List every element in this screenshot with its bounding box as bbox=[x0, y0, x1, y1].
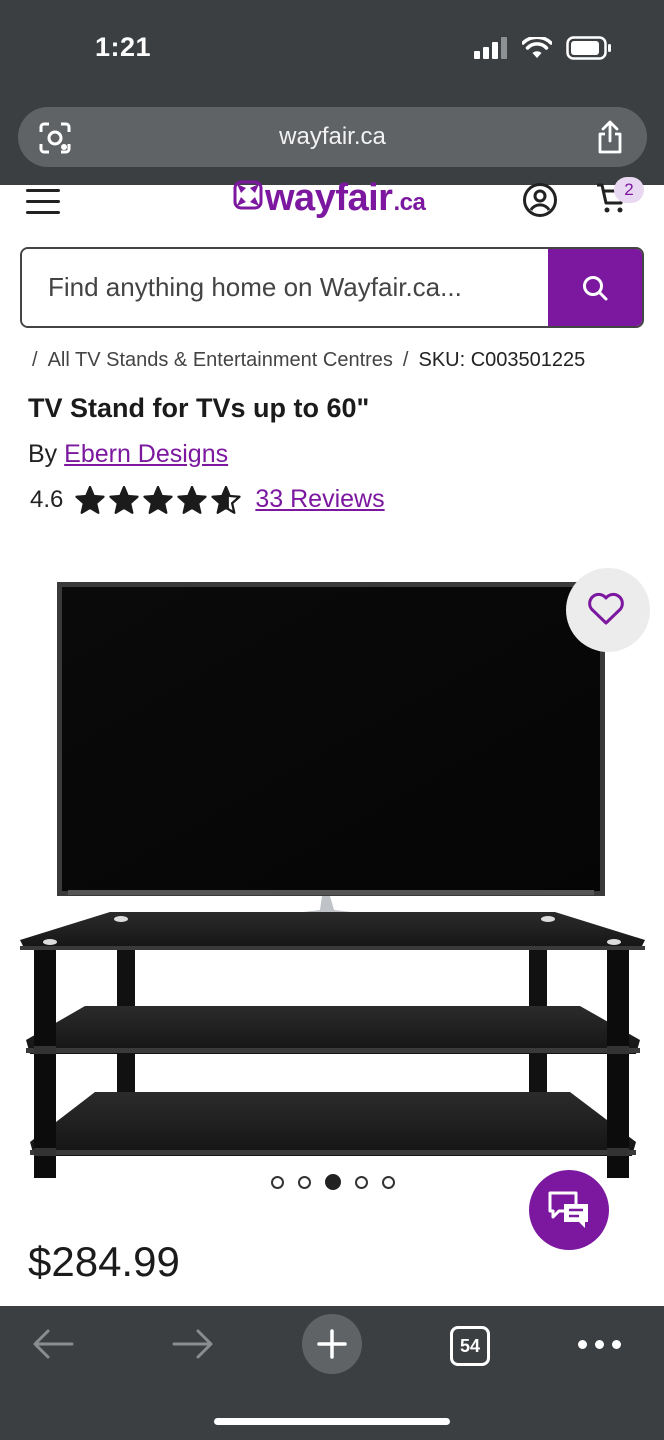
wayfair-logo[interactable]: wayfair .ca bbox=[233, 177, 426, 220]
image-pagination bbox=[271, 1174, 395, 1190]
pagination-dot[interactable] bbox=[355, 1175, 368, 1189]
home-indicator bbox=[214, 1418, 450, 1425]
rating-value: 4.6 bbox=[30, 485, 64, 513]
star-filled-icon bbox=[109, 485, 139, 514]
pagination-dot[interactable] bbox=[271, 1175, 284, 1189]
product-price: $284.99 bbox=[28, 1238, 180, 1285]
logo-suffix: .ca bbox=[393, 189, 426, 216]
tabs-count-button[interactable]: 54 bbox=[450, 1326, 490, 1366]
pagination-dot[interactable] bbox=[298, 1175, 311, 1189]
chat-icon bbox=[548, 1191, 588, 1228]
favorite-button[interactable] bbox=[566, 568, 650, 652]
url-bar[interactable]: wayfair.ca bbox=[18, 107, 647, 167]
search-bar bbox=[20, 247, 644, 328]
search-button[interactable] bbox=[548, 249, 642, 326]
product-image[interactable] bbox=[0, 560, 664, 1200]
chat-button[interactable] bbox=[529, 1170, 609, 1250]
product-title: TV Stand for TVs up to 60" bbox=[28, 393, 370, 423]
cart-count-badge: 2 bbox=[614, 177, 644, 203]
heart-icon bbox=[588, 592, 624, 625]
breadcrumb-sku: SKU: C003501225 bbox=[418, 349, 586, 371]
logo-pinwheel-icon bbox=[233, 180, 263, 210]
cellular-signal-icon bbox=[474, 37, 507, 59]
brand-line: By Ebern Designs bbox=[28, 440, 228, 469]
star-half-icon bbox=[211, 485, 241, 514]
account-icon[interactable] bbox=[522, 182, 558, 218]
reviews-link[interactable]: 33 Reviews bbox=[255, 485, 384, 514]
breadcrumb-separator: / bbox=[32, 349, 38, 371]
pagination-dot[interactable] bbox=[325, 1174, 341, 1190]
star-rating bbox=[75, 485, 241, 514]
site-header: wayfair .ca 2 bbox=[0, 177, 664, 240]
battery-icon bbox=[566, 36, 611, 60]
star-filled-icon bbox=[143, 485, 173, 514]
star-filled-icon bbox=[75, 485, 105, 514]
url-text: wayfair.ca bbox=[279, 123, 386, 150]
by-label: By bbox=[28, 440, 58, 468]
brand-link[interactable]: Ebern Designs bbox=[64, 440, 228, 468]
more-options-icon[interactable] bbox=[578, 1340, 621, 1349]
breadcrumb-category[interactable]: All TV Stands & Entertainment Centres bbox=[48, 349, 393, 371]
back-arrow-icon[interactable] bbox=[32, 1328, 74, 1360]
menu-icon[interactable] bbox=[26, 189, 60, 222]
search-input[interactable] bbox=[22, 249, 548, 326]
search-icon bbox=[583, 275, 608, 300]
star-filled-icon bbox=[177, 485, 207, 514]
logo-text: wayfair bbox=[265, 177, 393, 219]
breadcrumb-separator: / bbox=[402, 349, 409, 371]
pagination-dot[interactable] bbox=[382, 1175, 395, 1189]
breadcrumb: / All TV Stands & Entertainment Centres / S… bbox=[32, 349, 585, 372]
new-tab-button[interactable] bbox=[302, 1314, 362, 1374]
status-time: 1:21 bbox=[95, 32, 152, 62]
wifi-icon bbox=[522, 37, 552, 58]
plus-icon bbox=[317, 1329, 347, 1359]
share-icon[interactable] bbox=[595, 119, 625, 155]
browser-top-bar: 1:21 wayfair.ca bbox=[0, 0, 664, 185]
rating-row: 4.6 33 Reviews bbox=[30, 485, 385, 514]
status-icons bbox=[474, 36, 612, 60]
forward-arrow-icon[interactable] bbox=[172, 1328, 214, 1360]
